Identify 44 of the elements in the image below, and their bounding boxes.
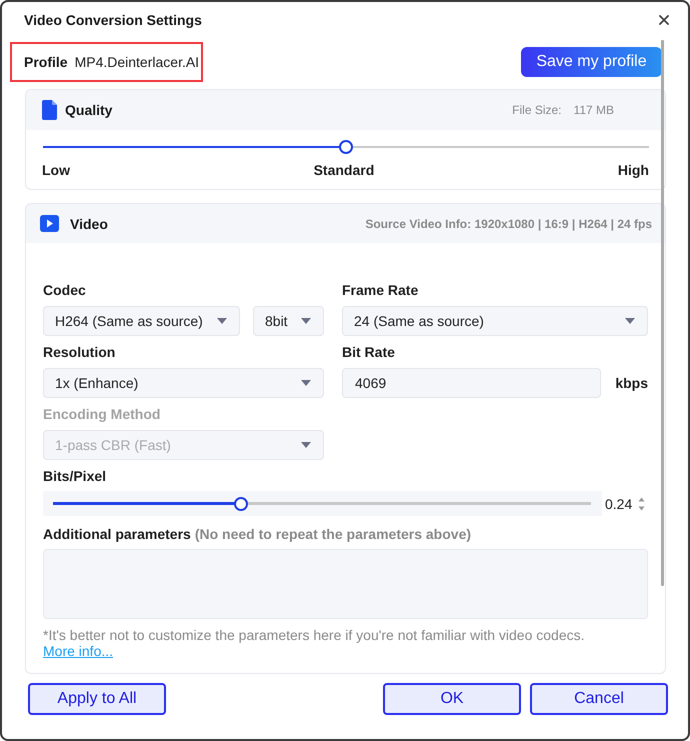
- play-icon: [40, 215, 59, 232]
- slider-mark-label: Standard: [314, 161, 374, 179]
- document-icon: [42, 100, 57, 120]
- resolution-dropdown[interactable]: 1x (Enhance): [43, 368, 324, 398]
- slider-mark-label: Low: [42, 161, 70, 179]
- codec-label: Codec: [43, 281, 87, 299]
- slider-thumb[interactable]: [339, 140, 353, 154]
- footer-button[interactable]: Apply to All: [28, 683, 166, 715]
- profile-label: Profile: [24, 54, 68, 70]
- caret-icon: [301, 380, 311, 386]
- profile-name: MP4.Deinterlacer.AI: [74, 54, 200, 70]
- video-title: Video: [70, 216, 108, 232]
- caret-icon: [301, 318, 311, 324]
- caret-icon: [301, 442, 311, 448]
- caret-icon: [217, 318, 227, 324]
- encoding-method-label: Encoding Method: [43, 405, 162, 423]
- file-size-value: 117 MB: [574, 103, 614, 117]
- caret-icon: [625, 318, 635, 324]
- parameters-field[interactable]: [43, 549, 648, 619]
- close-icon[interactable]: [659, 15, 669, 25]
- window-title: Video Conversion Settings: [24, 11, 202, 29]
- frame-rate-label: Frame Rate: [342, 281, 420, 299]
- footer-button[interactable]: Cancel: [530, 683, 668, 715]
- spin-arrows-icon[interactable]: [638, 496, 645, 512]
- bit-rate-unit: kbps: [615, 375, 648, 391]
- resolution-label: Resolution: [43, 343, 116, 361]
- save-profile-button[interactable]: Save my profile: [521, 47, 662, 77]
- footer-button[interactable]: OK: [383, 683, 521, 715]
- slider-mark-label: High: [618, 161, 649, 179]
- frame-rate-dropdown[interactable]: 24 (Same as source): [342, 306, 648, 336]
- file-size-label: File Size:: [512, 103, 562, 117]
- bits-per-pixel-spinbox[interactable]: 0.24: [602, 491, 648, 516]
- source-video-info: Source Video Info: 1920x1080 | 16:9 | H264 | 24 fps: [365, 216, 652, 230]
- bits-per-pixel-label: Bits/Pixel: [43, 468, 106, 484]
- slider-thumb[interactable]: [234, 496, 248, 510]
- quality-title: Quality: [65, 102, 112, 118]
- scrollbar[interactable]: [661, 40, 664, 586]
- bit-rate-field[interactable]: 4069: [342, 368, 601, 398]
- bit-depth-dropdown[interactable]: 8bit: [253, 306, 324, 336]
- bit-rate-label: Bit Rate: [342, 343, 396, 361]
- codec-dropdown[interactable]: H264 (Same as source): [43, 306, 240, 336]
- additional-parameters-label: Additional parameters: [43, 525, 191, 543]
- additional-parameters-hint: (No need to repeat the parameters above): [194, 525, 472, 543]
- footnote-text: *It's better not to customize the parameters here if you're not familiar with video codecs. More info...: [43, 627, 586, 659]
